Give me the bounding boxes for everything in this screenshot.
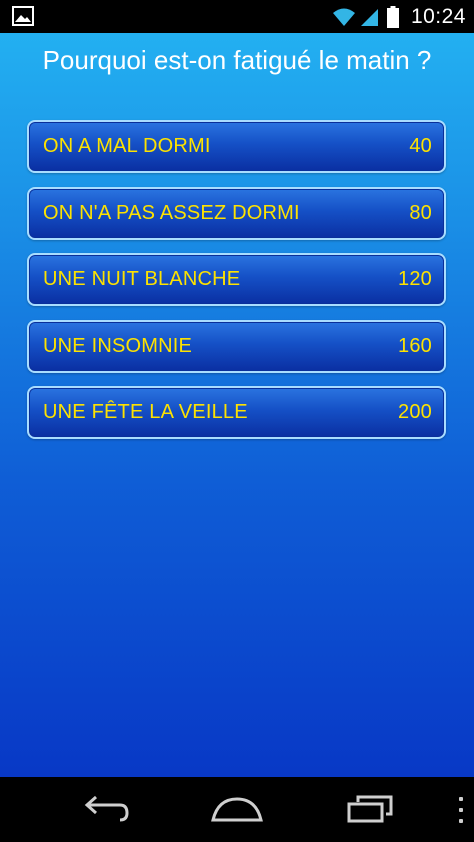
answer-points: 120	[398, 268, 432, 290]
gallery-icon	[12, 6, 34, 26]
navigation-bar	[0, 777, 474, 842]
answer-button-4[interactable]: UNE INSOMNIE 160	[27, 319, 446, 373]
answer-button-1[interactable]: ON A MAL DORMI 40	[27, 120, 446, 173]
game-screen: Pourquoi est-on fatigué le matin ? ON A …	[0, 33, 474, 777]
signal-icon	[360, 8, 378, 26]
answer-label: ON A MAL DORMI	[43, 135, 211, 157]
back-icon	[84, 795, 129, 822]
home-button[interactable]	[207, 791, 267, 827]
menu-dot	[459, 808, 463, 812]
status-bar: 10:24	[0, 0, 474, 33]
recent-apps-icon	[347, 795, 393, 823]
answer-button-5[interactable]: UNE FÊTE LA VEILLE 200	[27, 386, 446, 439]
back-button[interactable]	[75, 791, 135, 827]
menu-dot	[459, 819, 463, 823]
answer-label: ON N'A PAS ASSEZ DORMI	[43, 201, 300, 224]
question-text: Pourquoi est-on fatigué le matin ?	[42, 45, 432, 75]
answer-points: 80	[409, 201, 432, 224]
answer-points: 40	[409, 135, 432, 157]
answer-points: 200	[398, 401, 432, 423]
menu-button[interactable]	[456, 797, 466, 823]
answer-label: UNE NUIT BLANCHE	[43, 268, 241, 290]
answer-button-3[interactable]: UNE NUIT BLANCHE 120	[27, 253, 446, 306]
answer-points: 160	[398, 334, 432, 357]
battery-icon	[386, 5, 399, 28]
recent-apps-button[interactable]	[340, 791, 400, 827]
home-icon	[211, 797, 263, 822]
answer-label: UNE INSOMNIE	[43, 334, 193, 357]
answer-button-2[interactable]: ON N'A PAS ASSEZ DORMI 80	[27, 186, 446, 240]
wifi-icon	[332, 8, 355, 26]
status-icons: 10:24	[332, 0, 466, 33]
status-clock: 10:24	[410, 4, 466, 28]
answer-label: UNE FÊTE LA VEILLE	[43, 401, 248, 423]
menu-dot	[459, 797, 463, 801]
answer-list: ON A MAL DORMI 40 ON N'A PAS ASSEZ DORMI…	[27, 120, 446, 453]
